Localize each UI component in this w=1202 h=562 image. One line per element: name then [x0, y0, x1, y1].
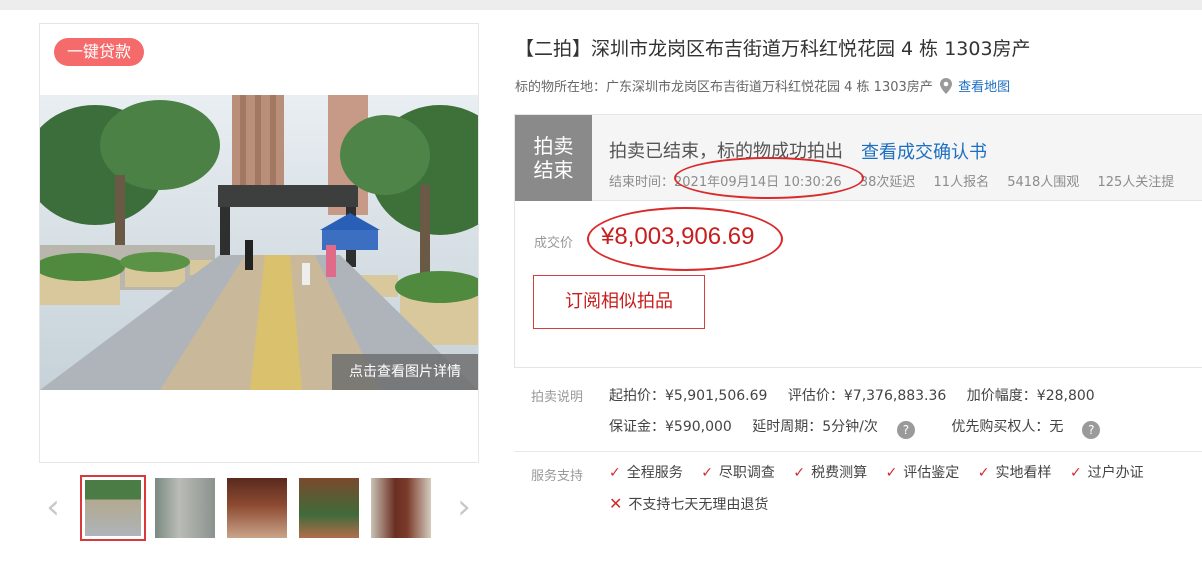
service-item: ✓ 尽职调查	[701, 462, 775, 482]
service-item: ✓ 实地看样	[978, 462, 1052, 482]
status-line-2: 结束	[533, 158, 574, 182]
check-icon: ✓	[977, 465, 990, 481]
delay-count: 38次延迟	[859, 175, 916, 190]
viewer-count: 5418人围观	[1007, 175, 1080, 190]
map-pin-icon	[939, 78, 952, 98]
auction-rules-line-2: 保证金：¥590,000 延时周期：5分钟/次? 优先购买权人：无?	[609, 416, 1132, 439]
view-confirmation-link[interactable]: 查看成交确认书	[861, 138, 987, 164]
location-label: 标的物所在地：	[515, 80, 607, 95]
thumbnail-4[interactable]	[296, 475, 362, 541]
auction-ended-badge: 拍卖 结束	[515, 115, 592, 201]
service-item-label: 全程服务	[626, 465, 683, 481]
service-item: ✓ 全程服务	[609, 462, 683, 482]
check-icon: ✓	[793, 465, 806, 481]
main-property-photo[interactable]: 点击查看图片详情	[40, 95, 478, 390]
thumbnail-3[interactable]	[224, 475, 290, 541]
auction-rules-label: 拍卖说明	[531, 390, 584, 405]
auction-meta: 结束时间：2021年09月14日 10:30:26 38次延迟 11人报名 54…	[609, 171, 1188, 190]
prev-thumbnail-arrow-icon[interactable]: ‹	[39, 487, 67, 527]
service-item: ✓ 评估鉴定	[886, 462, 960, 482]
location-value: 广东深圳市龙岗区布吉街道万科红悦花园 4 栋 1303房产	[606, 80, 933, 95]
deal-price-label: 成交价	[534, 236, 574, 251]
thumbnail-strip: ‹ ›	[39, 475, 479, 541]
priority-buyer: 优先购买权人：无?	[951, 419, 1116, 439]
priority-buyer-text: 优先购买权人：无	[951, 419, 1064, 435]
no-return-notice: ✕ 不支持七天无理由退货	[609, 494, 768, 514]
check-icon: ✓	[1069, 465, 1082, 481]
check-icon: ✓	[885, 465, 898, 481]
section-divider	[514, 451, 1202, 452]
auction-status-panel: 拍卖 结束 拍卖已结束，标的物成功拍出 查看成交确认书 结束时间：2021年09…	[514, 114, 1202, 368]
status-line-1: 拍卖	[533, 134, 574, 158]
service-item-label: 实地看样	[995, 465, 1052, 481]
service-item-label: 评估鉴定	[903, 465, 960, 481]
help-icon[interactable]: ?	[896, 421, 915, 439]
thumbnail-5[interactable]	[368, 475, 434, 541]
photo-gallery: 一键贷款 点击查看图片详情	[39, 23, 479, 463]
service-item-label: 过户办证	[1087, 465, 1144, 481]
help-icon[interactable]: ?	[1082, 421, 1101, 439]
auction-rules-line-1: 起拍价：¥5,901,506.69 评估价：¥7,376,883.36 加价幅度…	[609, 385, 1111, 405]
bid-increment: 加价幅度：¥28,800	[966, 388, 1095, 404]
appraisal-price: 评估价：¥7,376,883.36	[787, 388, 947, 404]
view-map-link[interactable]: 查看地图	[958, 80, 1010, 95]
auction-status-header: 拍卖 结束 拍卖已结束，标的物成功拍出 查看成交确认书 结束时间：2021年09…	[515, 115, 1202, 201]
auction-result-message: 拍卖已结束，标的物成功拍出	[609, 141, 843, 162]
courtyard-photo-illustration	[40, 95, 478, 390]
property-location: 标的物所在地：广东深圳市龙岗区布吉街道万科红悦花园 4 栋 1303房产 查看地…	[515, 76, 1010, 98]
no-return-text: 不支持七天无理由退货	[628, 497, 769, 513]
delay-period: 延时周期：5分钟/次?	[752, 419, 931, 439]
next-thumbnail-arrow-icon[interactable]: ›	[450, 487, 478, 527]
end-time-value: 2021年09月14日 10:30:26	[674, 175, 842, 190]
delay-period-text: 延时周期：5分钟/次	[752, 419, 878, 435]
start-price: 起拍价：¥5,901,506.69	[609, 388, 768, 404]
service-item-label: 尽职调查	[718, 465, 775, 481]
follower-count: 125人关注提	[1097, 175, 1175, 190]
check-icon: ✓	[701, 465, 713, 481]
thumbnail-1[interactable]	[80, 475, 146, 541]
property-title: 【二拍】深圳市龙岗区布吉街道万科红悦花园 4 栋 1303房产	[515, 38, 1031, 60]
deposit: 保证金：¥590,000	[609, 419, 732, 435]
view-photo-details-button[interactable]: 点击查看图片详情	[332, 354, 478, 390]
service-item: ✓ 税费测算	[793, 462, 867, 482]
service-item: ✓ 过户办证	[1070, 462, 1144, 482]
top-bar	[0, 0, 1202, 10]
check-icon: ✓	[609, 465, 621, 481]
signup-count: 11人报名	[933, 175, 990, 190]
deal-price-value: ¥8,003,906.69	[601, 223, 755, 250]
service-support-label: 服务支持	[531, 469, 584, 484]
cross-icon: ✕	[609, 494, 623, 513]
subscribe-similar-button[interactable]: 订阅相似拍品	[533, 275, 705, 329]
thumbnail-2[interactable]	[152, 475, 218, 541]
end-time-label: 结束时间：	[609, 175, 675, 190]
loan-badge-button[interactable]: 一键贷款	[54, 38, 144, 66]
service-list: ✓ 全程服务 ✓ 尽职调查 ✓ 税费测算 ✓ 评估鉴定 ✓ 实地看样 ✓ 过户办证	[609, 462, 1158, 482]
service-item-label: 税费测算	[811, 465, 868, 481]
